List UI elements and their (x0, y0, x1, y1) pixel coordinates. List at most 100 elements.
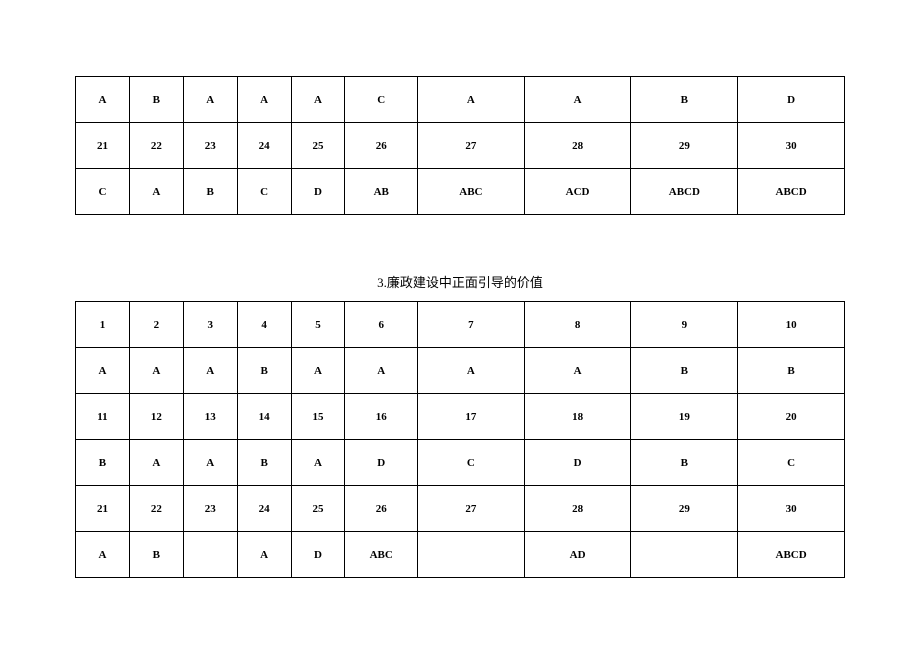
cell: C (345, 77, 418, 123)
cell: A (291, 348, 345, 394)
cell: B (129, 532, 183, 578)
table-1: A B A A A C A A B D 21 22 23 24 25 26 27… (75, 76, 845, 215)
cell: A (524, 348, 631, 394)
cell: A (418, 77, 525, 123)
cell: 28 (524, 123, 631, 169)
cell: ABCD (631, 169, 738, 215)
cell: B (237, 440, 291, 486)
cell (183, 532, 237, 578)
section-heading: 3.廉政建设中正面引导的价值 (0, 272, 920, 291)
table-row: 1 2 3 4 5 6 7 8 9 10 (76, 302, 845, 348)
cell: A (129, 348, 183, 394)
cell: 18 (524, 394, 631, 440)
cell: C (738, 440, 845, 486)
cell: 30 (738, 486, 845, 532)
cell: 28 (524, 486, 631, 532)
cell: B (129, 77, 183, 123)
cell (418, 532, 525, 578)
cell: ACD (524, 169, 631, 215)
table-row: A A A B A A A A B B (76, 348, 845, 394)
cell: A (418, 348, 525, 394)
cell: A (183, 440, 237, 486)
cell: D (291, 169, 345, 215)
cell: 29 (631, 123, 738, 169)
cell: D (345, 440, 418, 486)
cell: A (183, 348, 237, 394)
table-row: B A A B A D C D B C (76, 440, 845, 486)
cell: 24 (237, 123, 291, 169)
cell: C (418, 440, 525, 486)
cell: 14 (237, 394, 291, 440)
cell: 23 (183, 486, 237, 532)
cell: A (129, 440, 183, 486)
cell: 1 (76, 302, 130, 348)
table-row: 21 22 23 24 25 26 27 28 29 30 (76, 123, 845, 169)
cell: D (738, 77, 845, 123)
table-row: A B A D ABC AD ABCD (76, 532, 845, 578)
cell: A (345, 348, 418, 394)
cell: ABCD (738, 532, 845, 578)
cell: 29 (631, 486, 738, 532)
cell: B (631, 440, 738, 486)
cell: ABCD (738, 169, 845, 215)
cell: A (183, 77, 237, 123)
cell: B (738, 348, 845, 394)
cell: 11 (76, 394, 130, 440)
cell: 19 (631, 394, 738, 440)
cell: 7 (418, 302, 525, 348)
cell: A (237, 532, 291, 578)
table-row: 11 12 13 14 15 16 17 18 19 20 (76, 394, 845, 440)
cell: 9 (631, 302, 738, 348)
cell: A (76, 348, 130, 394)
cell: 21 (76, 486, 130, 532)
table-row: 21 22 23 24 25 26 27 28 29 30 (76, 486, 845, 532)
cell: 13 (183, 394, 237, 440)
cell: 17 (418, 394, 525, 440)
cell: 25 (291, 123, 345, 169)
cell: C (237, 169, 291, 215)
cell: A (237, 77, 291, 123)
cell: 15 (291, 394, 345, 440)
cell: A (291, 440, 345, 486)
cell: 22 (129, 486, 183, 532)
cell: A (291, 77, 345, 123)
cell: 4 (237, 302, 291, 348)
cell: 22 (129, 123, 183, 169)
cell: 26 (345, 486, 418, 532)
cell: 25 (291, 486, 345, 532)
cell: 21 (76, 123, 130, 169)
cell: A (76, 532, 130, 578)
cell: 6 (345, 302, 418, 348)
cell: 30 (738, 123, 845, 169)
cell: A (129, 169, 183, 215)
cell: 10 (738, 302, 845, 348)
cell: B (183, 169, 237, 215)
answer-table-2: 1 2 3 4 5 6 7 8 9 10 A A A B A A A A B (75, 301, 845, 578)
cell: 8 (524, 302, 631, 348)
cell: B (631, 77, 738, 123)
cell: 20 (738, 394, 845, 440)
cell: 23 (183, 123, 237, 169)
cell: ABC (345, 532, 418, 578)
cell: D (291, 532, 345, 578)
cell: ABC (418, 169, 525, 215)
table-2: 1 2 3 4 5 6 7 8 9 10 A A A B A A A A B (75, 301, 845, 578)
cell: 26 (345, 123, 418, 169)
cell: B (237, 348, 291, 394)
cell: 5 (291, 302, 345, 348)
cell: 27 (418, 486, 525, 532)
cell: D (524, 440, 631, 486)
cell: B (631, 348, 738, 394)
cell: 3 (183, 302, 237, 348)
cell: 12 (129, 394, 183, 440)
answer-table-1: A B A A A C A A B D 21 22 23 24 25 26 27… (75, 76, 845, 215)
cell: 24 (237, 486, 291, 532)
table-row: A B A A A C A A B D (76, 77, 845, 123)
cell (631, 532, 738, 578)
cell: B (76, 440, 130, 486)
cell: A (524, 77, 631, 123)
cell: A (76, 77, 130, 123)
cell: AB (345, 169, 418, 215)
cell: 27 (418, 123, 525, 169)
cell: AD (524, 532, 631, 578)
